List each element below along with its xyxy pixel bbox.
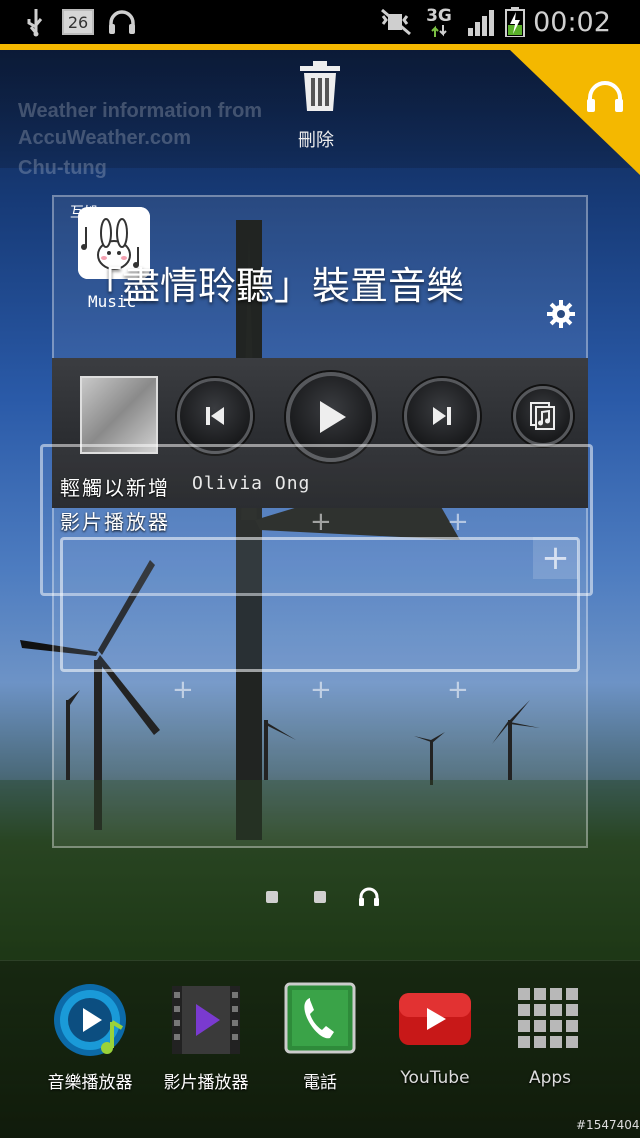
clock: 00:02: [533, 6, 611, 38]
play-icon: [320, 401, 346, 433]
notification-count-badge: 26: [60, 6, 96, 38]
apps-grid-icon[interactable]: [516, 986, 582, 1052]
music-player-icon[interactable]: [52, 982, 128, 1058]
delete-label: 刪除: [298, 130, 334, 151]
youtube-icon[interactable]: [398, 992, 472, 1046]
page-indicator-1[interactable]: [266, 891, 278, 903]
empty-cell-plus-icon[interactable]: +: [310, 677, 332, 703]
settings-gear-icon[interactable]: [546, 299, 576, 333]
notification-count: 26: [62, 9, 94, 35]
video-player-widget-label: 影片播放器: [60, 510, 170, 534]
video-player-icon[interactable]: [168, 982, 244, 1058]
dock-label-youtube: YouTube: [400, 1068, 470, 1088]
dock-label-video-player: 影片播放器: [163, 1073, 249, 1093]
weather-ghost-line3: Chu-tung: [18, 157, 107, 179]
playlist-icon: [530, 402, 555, 430]
weather-ghost-line1: Weather information from: [18, 100, 263, 122]
next-track-button[interactable]: [404, 378, 480, 454]
empty-cell-plus-icon[interactable]: +: [172, 677, 194, 703]
weather-ghost-line2: AccuWeather.com: [18, 127, 192, 149]
dock-label-apps: Apps: [528, 1068, 572, 1088]
album-art-thumbnail[interactable]: [80, 376, 158, 454]
status-bar: 26 3G 00:02: [0, 0, 640, 44]
phone-icon[interactable]: [284, 982, 356, 1054]
headphones-icon: [104, 6, 140, 38]
watermark: #1547404: [576, 1118, 640, 1132]
signal-strength-icon: [464, 6, 498, 38]
add-widget-button[interactable]: +: [533, 537, 578, 579]
empty-cell-plus-icon[interactable]: +: [447, 509, 469, 535]
battery-charging-icon: [504, 6, 526, 38]
empty-cell-plus-icon[interactable]: +: [447, 677, 469, 703]
page-indicator-2[interactable]: [314, 891, 326, 903]
tap-to-add-label: 輕觸以新增: [60, 476, 170, 500]
dock-label-music-player: 音樂播放器: [47, 1073, 133, 1093]
next-icon: [433, 407, 451, 425]
music-widget-title: 「盡情聆聽」裝置音樂: [84, 264, 465, 308]
previous-icon: [206, 407, 224, 425]
page-indicator-headphones-icon[interactable]: [358, 887, 380, 911]
widget-drop-target[interactable]: [60, 537, 580, 672]
usb-icon: [20, 6, 52, 38]
playlist-button[interactable]: [513, 386, 573, 446]
network-type-label: 3G: [426, 5, 452, 26]
music-icon-label: Music: [88, 292, 137, 311]
music-hub-corner[interactable]: [510, 50, 640, 175]
dock-label-phone: 電話: [303, 1073, 337, 1093]
silent-mode-icon: [378, 6, 414, 38]
previous-track-button[interactable]: [177, 378, 253, 454]
network-3g-indicator: 3G: [422, 6, 456, 38]
trash-icon[interactable]: [298, 60, 342, 116]
empty-cell-plus-icon[interactable]: +: [310, 509, 332, 535]
